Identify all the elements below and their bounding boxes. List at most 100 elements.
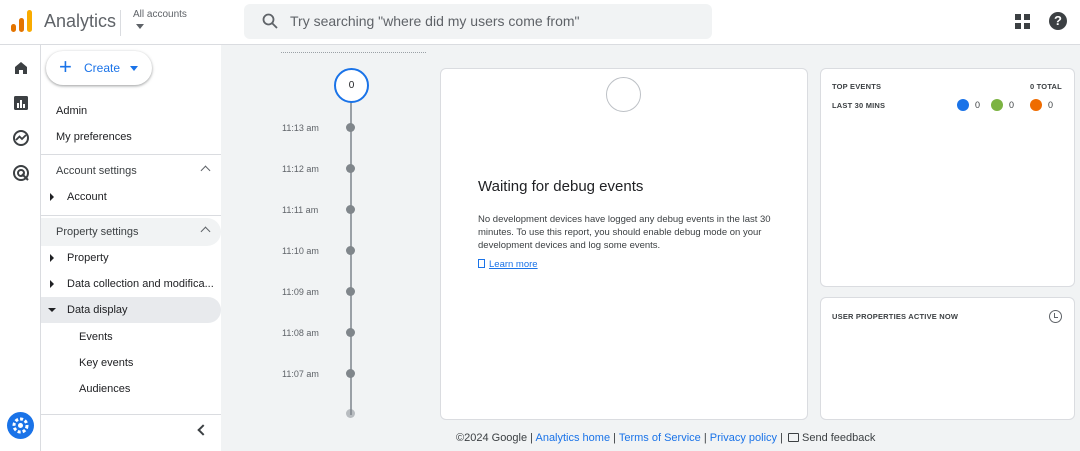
expand-arrow-icon: [50, 254, 54, 262]
footer-separator: |: [530, 432, 534, 444]
search-icon: [262, 13, 278, 29]
nav-divider: [41, 154, 221, 155]
plus-icon: +: [59, 54, 72, 79]
privacy-policy-link[interactable]: Privacy policy: [710, 432, 777, 444]
admin-gear-icon[interactable]: [7, 412, 34, 439]
admin-navigation: + Create Admin My preferences Account se…: [41, 45, 221, 451]
nav-divider: [41, 414, 221, 415]
feedback-icon[interactable]: [788, 433, 799, 442]
key-events-badge-icon[interactable]: [991, 99, 1003, 111]
timeline-dot[interactable]: [346, 287, 355, 296]
nav-item-property[interactable]: Property: [41, 245, 221, 271]
nav-item-label: Account: [67, 191, 107, 203]
timeline-dot[interactable]: [346, 369, 355, 378]
nav-item-audiences[interactable]: Audiences: [41, 376, 221, 402]
document-icon: [478, 259, 485, 268]
nav-item-data-collection[interactable]: Data collection and modifica...: [41, 271, 221, 297]
top-events-total: 0 TOTAL: [1030, 82, 1062, 91]
top-app-bar: Analytics All accounts ?: [0, 0, 1080, 45]
create-dropdown-caret-icon: [130, 66, 138, 71]
timeline-time: 11:12 am: [282, 164, 319, 174]
nav-item-account[interactable]: Account: [41, 184, 221, 210]
top-events-card: TOP EVENTS 0 TOTAL LAST 30 MINS 0 0 0: [820, 68, 1075, 287]
timeline-dot[interactable]: [346, 123, 355, 132]
timeline-event-count[interactable]: 0: [334, 68, 369, 103]
error-events-count: 0: [1048, 100, 1054, 110]
analytics-home-link[interactable]: Analytics home: [535, 432, 610, 444]
nav-item-admin[interactable]: Admin: [41, 98, 221, 124]
page-footer: ©2024 Google | Analytics home | Terms of…: [456, 432, 875, 444]
advertising-icon[interactable]: [12, 164, 30, 182]
nav-item-label: Property: [67, 252, 109, 264]
user-events-count: 0: [975, 100, 981, 110]
create-button[interactable]: + Create: [46, 51, 152, 85]
create-button-label: Create: [84, 61, 121, 75]
help-icon[interactable]: ?: [1049, 12, 1067, 30]
debug-event-circle: [606, 77, 641, 112]
user-properties-card: USER PROPERTIES ACTIVE NOW: [820, 297, 1075, 420]
top-events-title: TOP EVENTS: [832, 82, 882, 91]
expand-arrow-icon: [50, 193, 54, 201]
nav-item-label: Audiences: [79, 383, 131, 395]
terms-of-service-link[interactable]: Terms of Service: [619, 432, 701, 444]
nav-item-label: My preferences: [56, 131, 132, 143]
account-selector-label[interactable]: All accounts: [133, 9, 187, 20]
learn-more-link[interactable]: Learn more: [478, 259, 538, 270]
footer-separator: |: [703, 432, 707, 444]
header-divider: [120, 10, 121, 36]
timeline-dot[interactable]: [346, 164, 355, 173]
analytics-logo-icon[interactable]: [11, 10, 33, 32]
left-rail: [0, 45, 41, 451]
footer-separator: |: [780, 432, 783, 444]
timeline-line: [350, 100, 352, 415]
nav-section-label: Property settings: [56, 226, 139, 238]
timeline-dotted-divider: [281, 52, 426, 53]
debug-events-card: Waiting for debug events No development …: [440, 68, 808, 420]
nav-section-property-settings[interactable]: Property settings: [41, 218, 221, 246]
nav-divider: [41, 215, 221, 216]
nav-item-key-events[interactable]: Key events: [41, 350, 221, 376]
timeline-time: 11:13 am: [282, 123, 319, 133]
user-properties-title: USER PROPERTIES ACTIVE NOW: [832, 312, 959, 321]
home-icon[interactable]: [12, 59, 30, 77]
nav-item-label: Admin: [56, 105, 88, 117]
account-selector-caret-icon[interactable]: [136, 24, 144, 29]
timeline-time: 11:11 am: [282, 205, 319, 215]
explore-icon[interactable]: [12, 129, 30, 147]
footer-copyright: ©2024 Google: [456, 432, 528, 444]
nav-section-label: Account settings: [56, 165, 137, 177]
reports-icon[interactable]: [12, 94, 30, 112]
key-events-count: 0: [1009, 100, 1015, 110]
search-input[interactable]: [290, 11, 690, 31]
error-events-badge-icon[interactable]: [1030, 99, 1042, 111]
nav-item-label: Events: [79, 331, 113, 343]
apps-grid-icon[interactable]: [1015, 14, 1030, 29]
top-events-period: LAST 30 MINS: [832, 101, 886, 110]
timeline-dot: [346, 409, 355, 418]
timeline-time: 11:10 am: [282, 246, 319, 256]
chevron-up-icon: [200, 165, 211, 176]
timeline-time: 11:07 am: [282, 369, 319, 379]
footer-separator: |: [613, 432, 616, 444]
collapse-arrow-icon: [48, 308, 56, 312]
collapse-nav-chevron-icon[interactable]: [197, 424, 209, 436]
nav-item-my-preferences[interactable]: My preferences: [41, 124, 221, 150]
learn-more-label: Learn more: [489, 259, 538, 270]
send-feedback-link[interactable]: Send feedback: [802, 432, 875, 444]
debug-description: No development devices have logged any d…: [478, 214, 771, 251]
search-box[interactable]: [244, 4, 712, 39]
app-title[interactable]: Analytics: [44, 11, 116, 32]
timeline-dot[interactable]: [346, 205, 355, 214]
expand-arrow-icon: [50, 280, 54, 288]
nav-item-events[interactable]: Events: [41, 324, 221, 350]
nav-section-account-settings[interactable]: Account settings: [41, 157, 221, 185]
timeline-dot[interactable]: [346, 246, 355, 255]
debug-title: Waiting for debug events: [478, 178, 644, 195]
chevron-up-icon: [200, 226, 211, 237]
nav-item-data-display[interactable]: Data display: [41, 297, 221, 323]
timeline-dot[interactable]: [346, 328, 355, 337]
timeline-time: 11:08 am: [282, 328, 319, 338]
user-events-badge-icon[interactable]: [957, 99, 969, 111]
nav-item-label: Data display: [67, 304, 128, 316]
history-icon[interactable]: [1049, 310, 1062, 323]
